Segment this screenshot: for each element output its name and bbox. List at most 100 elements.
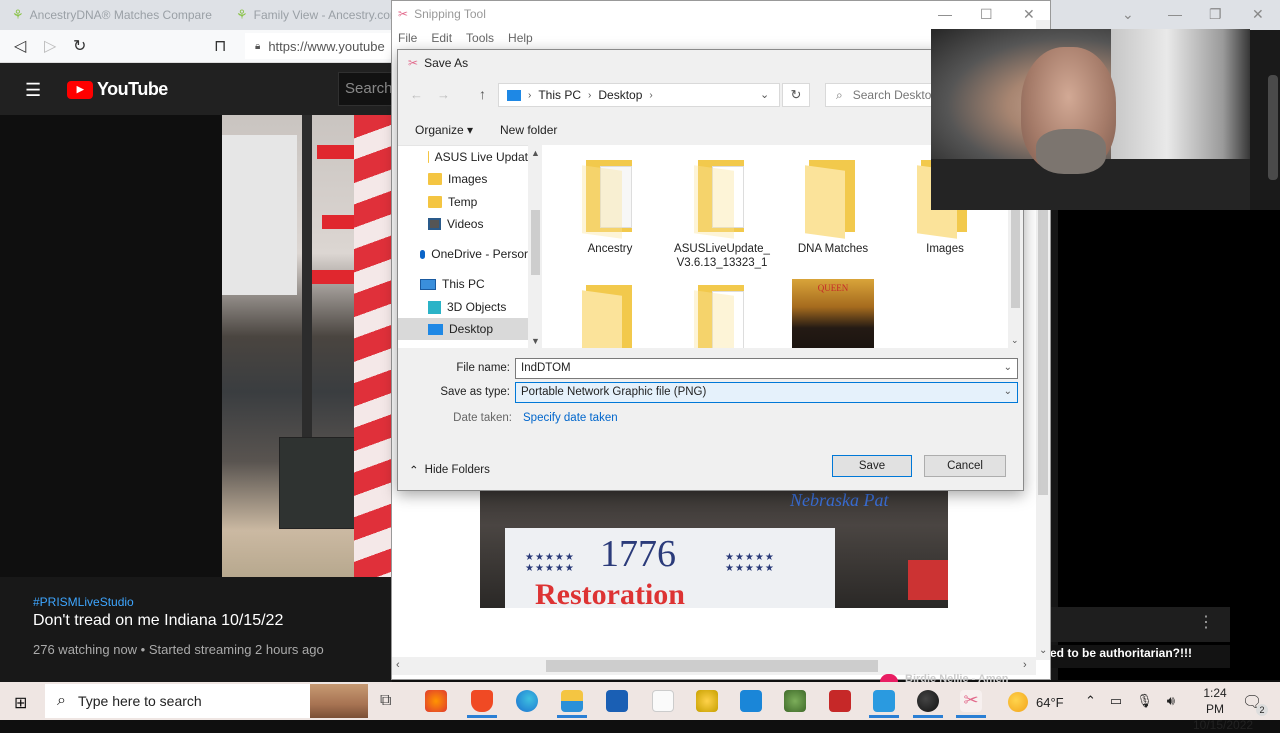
this-pc-icon (420, 278, 436, 290)
chat-message: ed to be authoritarian?!!! (1050, 645, 1230, 668)
notepad-icon[interactable] (652, 690, 674, 712)
back-button[interactable]: ◁ (14, 36, 26, 56)
scroll-up-arrow-icon[interactable]: ▲ (531, 148, 540, 158)
specify-date-link[interactable]: Specify date taken (523, 412, 618, 424)
cancel-button[interactable]: Cancel (924, 455, 1006, 477)
onedrive-icon (420, 249, 426, 259)
save-button[interactable]: Save (832, 455, 912, 477)
more-options-icon[interactable]: ⋮ (1198, 612, 1214, 632)
url-field[interactable]: 🔒︎ https://www.youtube (245, 33, 395, 59)
app-blue-icon[interactable] (869, 690, 899, 718)
breadcrumb-this-pc[interactable]: This PC (538, 88, 581, 102)
dtc-app-icon[interactable] (829, 690, 851, 712)
breadcrumb-desktop[interactable]: Desktop (598, 88, 642, 102)
hide-folders-button[interactable]: ⌃ Hide Folders (409, 463, 490, 477)
file-item-dna-matches[interactable]: DNA Matches (783, 160, 883, 256)
chevron-down-icon[interactable]: ⌄ (760, 88, 769, 101)
obs-icon[interactable] (913, 690, 943, 718)
youtube-logo[interactable]: ▶ YouTube (67, 79, 168, 100)
scroll-down-arrow-icon[interactable]: ⌄ (1039, 645, 1047, 656)
chevron-down-icon[interactable]: ⌄ (1004, 362, 1012, 375)
nav-arrows: ← → (410, 87, 450, 102)
edge-icon[interactable] (516, 690, 538, 712)
snip-horizontal-scroll-thumb[interactable] (546, 660, 878, 672)
microsoft-store-icon[interactable] (606, 690, 628, 712)
up-folder-button[interactable]: ↑ (479, 86, 486, 102)
browser-close-button[interactable]: ✕ (1252, 6, 1264, 23)
webcam-overlay (931, 29, 1250, 210)
navigation-pane: ASUS Live Updat Images Temp Videos OneDr… (398, 145, 542, 348)
file-item-folder[interactable] (672, 285, 772, 348)
nav-item-this-pc[interactable]: This PC (398, 273, 528, 295)
chevron-up-icon[interactable]: ⌃ (1085, 693, 1096, 709)
scroll-right-arrow-icon[interactable]: › (1023, 659, 1027, 671)
firefox-icon[interactable] (425, 690, 447, 712)
snipping-tool-icon[interactable]: ✂ (956, 690, 986, 718)
bookmark-button[interactable]: ⊓ (214, 36, 226, 56)
nav-item-temp[interactable]: Temp (398, 191, 528, 213)
file-name-field[interactable]: IndDTOM ⌄ (515, 358, 1018, 379)
nav-item-images[interactable]: Images (398, 168, 528, 190)
nav-item-desktop[interactable]: Desktop (398, 318, 528, 340)
save-type-label: Save as type: (440, 386, 510, 398)
browser-tab-family-view[interactable]: ⚘ Family View - Ancestry.com (236, 0, 400, 30)
nav-item-3d-objects[interactable]: 3D Objects (398, 296, 528, 318)
youtube-search-input[interactable]: Search (338, 72, 398, 106)
file-item-folder[interactable] (560, 285, 660, 348)
browser-minimize-button[interactable]: — (1168, 6, 1182, 22)
desktop-icon (428, 323, 443, 335)
file-item-ancestry[interactable]: Ancestry (560, 160, 660, 256)
forward-button[interactable]: ▷ (44, 36, 56, 56)
taskbar-clock[interactable]: 1:24 PM 10/15/2022 (1193, 685, 1253, 733)
brave-icon[interactable] (467, 690, 497, 718)
snip-close-button[interactable]: ✕ (1023, 6, 1035, 23)
menu-tools[interactable]: Tools (466, 31, 494, 45)
forward-arrow-icon[interactable]: → (437, 87, 450, 102)
save-type-select[interactable]: Portable Network Graphic file (PNG) ⌄ (515, 382, 1018, 403)
captured-snip-image: ★★★★★ ★★★★★ 1776 ★★★★★ ★★★★★ Restoration N… (480, 490, 948, 608)
microphone-icon[interactable]: 🎙︎ (1136, 693, 1153, 709)
windows-start-icon[interactable]: ⊞ (14, 693, 27, 713)
menu-help[interactable]: Help (508, 31, 533, 45)
hamburger-menu-icon[interactable]: ☰ (25, 80, 41, 101)
snip-maximize-button[interactable]: ☐ (980, 6, 993, 23)
app-avatar-icon[interactable] (696, 690, 718, 712)
nav-item-asus-live-update[interactable]: ASUS Live Updat (398, 146, 528, 168)
tab-search-button[interactable]: ⌄ (1122, 6, 1134, 23)
battery-icon[interactable]: ▭ (1110, 693, 1122, 709)
search-input[interactable]: ⌕ Search Deskto (825, 83, 935, 107)
scroll-down-arrow-icon[interactable]: ▼ (531, 336, 540, 346)
weather-widget[interactable]: 64°F (1008, 692, 1064, 712)
taskbar-search-input[interactable]: ⌕ Type here to search (45, 684, 310, 718)
nav-pane-scroll-thumb[interactable] (531, 210, 540, 275)
video-hashtag-link[interactable]: #PRISMLiveStudio (33, 595, 134, 609)
nav-item-onedrive[interactable]: OneDrive - Persor (398, 243, 528, 265)
new-folder-button[interactable]: New folder (500, 123, 557, 137)
search-highlight-image[interactable] (310, 684, 368, 718)
chevron-down-icon[interactable]: ⌄ (1004, 386, 1012, 399)
browser-tab-ancestry-matches[interactable]: ⚘ AncestryDNA® Matches Compare (12, 0, 212, 30)
file-explorer-icon[interactable] (557, 690, 587, 718)
nav-item-videos[interactable]: Videos (398, 213, 528, 235)
tree-app-icon[interactable] (784, 690, 806, 712)
notification-count-badge: 2 (1256, 704, 1268, 716)
back-arrow-icon[interactable]: ← (410, 87, 423, 102)
mail-icon[interactable] (740, 690, 762, 712)
refresh-button[interactable]: ↻ (782, 83, 810, 107)
volume-icon[interactable]: 🔊︎ (1167, 693, 1175, 709)
breadcrumb[interactable]: › This PC › Desktop › (498, 83, 780, 107)
reload-button[interactable]: ↻ (73, 36, 86, 56)
file-item-asusliveupdate[interactable]: ASUSLiveUpdate_ V3.6.13_13323_1 (672, 160, 772, 270)
organize-button[interactable]: Organize ▾ (415, 123, 473, 137)
page-scrollbar[interactable] (1268, 75, 1278, 180)
file-name-label: File name: (456, 362, 510, 374)
live-video-player[interactable] (222, 115, 394, 577)
task-view-icon[interactable]: ⧉ (380, 692, 402, 714)
scroll-left-arrow-icon[interactable]: ‹ (396, 659, 400, 671)
snip-minimize-button[interactable]: — (938, 6, 952, 22)
scroll-down-arrow-icon[interactable]: ⌄ (1011, 335, 1019, 346)
menu-file[interactable]: File (398, 31, 417, 45)
file-item-queen-image[interactable]: QUEEN (783, 279, 883, 348)
browser-restore-button[interactable]: ❐ (1209, 6, 1222, 23)
menu-edit[interactable]: Edit (431, 31, 452, 45)
